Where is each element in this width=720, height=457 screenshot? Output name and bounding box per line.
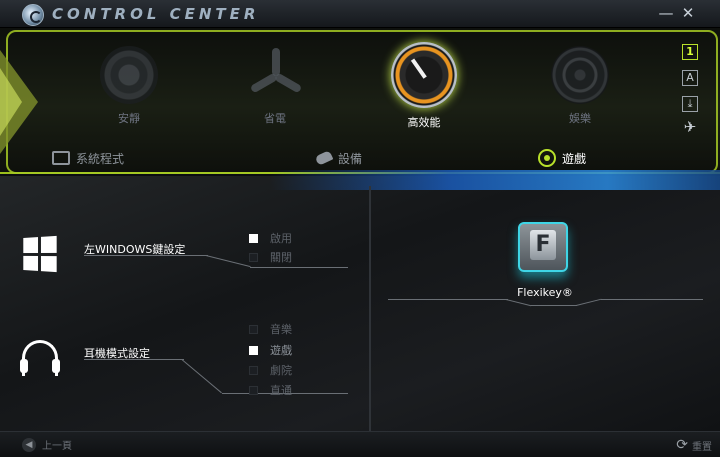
headset-icon (20, 340, 60, 376)
display-1-icon[interactable]: 1 (682, 44, 698, 60)
back-button[interactable]: ◀ 上一頁 (22, 437, 72, 452)
back-label: 上一頁 (42, 441, 72, 452)
desktop-background-strip (270, 170, 720, 190)
tab-devices[interactable]: 設備 (314, 148, 363, 168)
panel-arrow-highlight (0, 68, 22, 136)
speaker-icon (100, 46, 158, 104)
monitor-icon (52, 151, 70, 165)
windows-key-disable-option[interactable]: 關閉 (249, 249, 292, 265)
reset-button[interactable]: ⟳ 重置 (676, 437, 712, 453)
windows-logo-icon (23, 235, 57, 273)
mouse-icon (314, 150, 334, 166)
mode-quiet-label: 安靜 (118, 112, 140, 125)
back-arrow-icon: ◀ (22, 437, 36, 452)
headset-theater-checkbox[interactable] (249, 365, 258, 375)
airplane-mode-icon[interactable]: ✈ (682, 120, 698, 136)
title-bar: Control Center — ✕ (0, 0, 720, 28)
headset-game-checkbox[interactable] (249, 345, 258, 355)
mode-power-saving-label: 省電 (264, 112, 286, 125)
windows-key-enable-option[interactable]: 啟用 (249, 230, 292, 246)
panel-divider (369, 186, 371, 431)
mode-entertainment-label: 娛樂 (569, 112, 591, 125)
windows-key-underline (84, 255, 208, 256)
headset-music-checkbox[interactable] (249, 324, 258, 334)
flexikey-underline-left (388, 299, 508, 300)
windows-key-underline-end (250, 267, 348, 268)
tab-system-label: 系統程式 (76, 151, 125, 166)
category-tabs: 系統程式 設備 遊戲 (0, 146, 720, 170)
minimize-button[interactable]: — (656, 3, 676, 23)
footer-bar: ◀ 上一頁 ⟳ 重置 (0, 431, 720, 457)
tab-devices-label: 設備 (338, 151, 363, 166)
headset-game-option[interactable]: 遊戲 (249, 342, 292, 358)
mode-power-saving[interactable]: 省電 (235, 46, 315, 126)
power-mode-panel: 安靜 省電 高效能 娛樂 1 A ⤓ ✈ 系統程式 設備 遊戲 (0, 28, 720, 174)
mode-quiet[interactable]: 安靜 (89, 46, 169, 126)
headset-underline (84, 359, 184, 360)
fan-icon (246, 46, 304, 104)
mode-performance-label: 高效能 (407, 116, 441, 129)
windows-key-enable-checkbox[interactable] (249, 233, 258, 243)
flexikey-underline-mid (531, 305, 577, 306)
app-logo-icon (22, 4, 44, 26)
flexikey-label: Flexikey® (517, 286, 573, 299)
crosshair-icon (551, 46, 609, 104)
flexikey-button[interactable]: F (518, 222, 568, 272)
tab-gaming-label: 遊戲 (562, 151, 587, 166)
windows-key-disable-label: 關閉 (270, 251, 292, 264)
app-title: Control Center (52, 5, 260, 23)
flexikey-underline-right (601, 299, 703, 300)
scroll-lock-icon[interactable]: ⤓ (682, 96, 698, 112)
reset-icon: ⟳ (676, 437, 688, 453)
close-button[interactable]: ✕ (678, 3, 698, 23)
speedometer-icon (391, 42, 457, 108)
headset-passthrough-checkbox[interactable] (249, 385, 258, 395)
gaming-settings-panel (0, 176, 720, 431)
reset-label: 重置 (692, 441, 712, 453)
headset-passthrough-option[interactable]: 直通 (249, 382, 292, 398)
headset-game-label: 遊戲 (270, 344, 292, 357)
mode-entertainment[interactable]: 娛樂 (540, 46, 620, 126)
headset-theater-label: 劇院 (270, 364, 292, 377)
windows-key-enable-label: 啟用 (270, 232, 292, 245)
flexikey-key-icon: F (530, 230, 556, 260)
windows-key-disable-checkbox[interactable] (249, 252, 258, 262)
headset-music-option[interactable]: 音樂 (249, 321, 292, 337)
headset-music-label: 音樂 (270, 323, 292, 336)
tab-gaming[interactable]: 遊戲 (538, 148, 586, 168)
gaming-icon (538, 149, 556, 167)
mode-performance[interactable]: 高效能 (384, 42, 464, 130)
headset-passthrough-label: 直通 (270, 384, 292, 397)
headset-theater-option[interactable]: 劇院 (249, 362, 292, 378)
caps-lock-icon[interactable]: A (682, 70, 698, 86)
tab-system[interactable]: 系統程式 (52, 148, 124, 168)
